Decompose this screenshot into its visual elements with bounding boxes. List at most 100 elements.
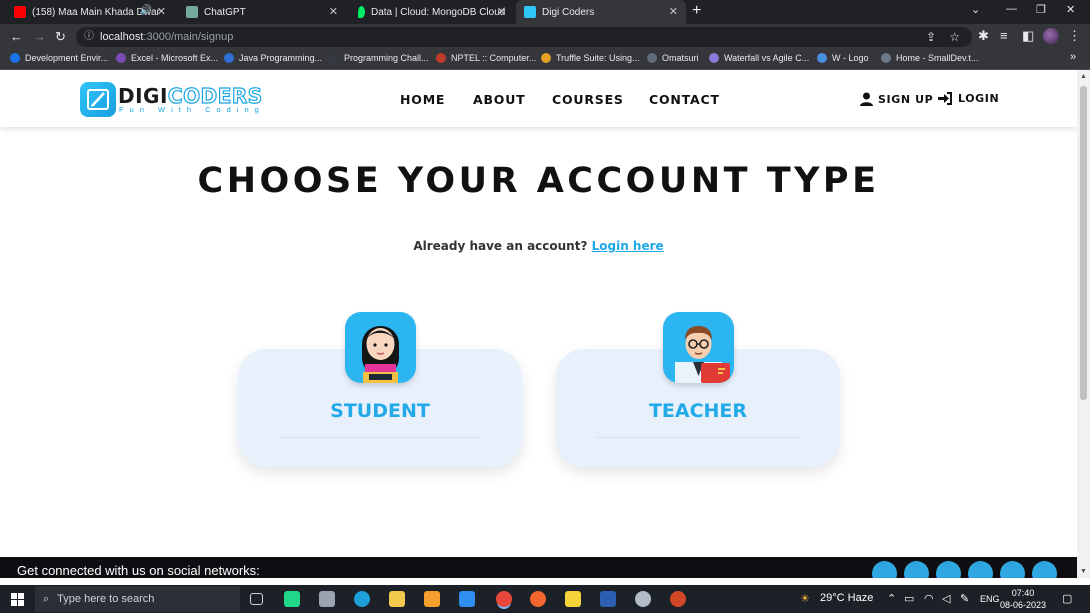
- menu-kebab-icon[interactable]: ⋮: [1068, 28, 1081, 44]
- page-scrollbar[interactable]: ▲ ▼: [1077, 70, 1090, 578]
- bookmark-item[interactable]: Programming Chall...: [329, 53, 429, 63]
- bookmark-item[interactable]: NPTEL :: Computer...: [436, 53, 536, 63]
- facebook-icon[interactable]: [872, 561, 897, 578]
- bookmark-label: Java Programming...: [239, 53, 323, 63]
- bookmark-label: NPTEL :: Computer...: [451, 53, 537, 63]
- login-here-link[interactable]: Login here: [592, 239, 664, 253]
- show-hidden-icons[interactable]: ⌃: [887, 592, 896, 605]
- pycharm-icon[interactable]: [284, 591, 300, 607]
- speaker-icon[interactable]: 🔊: [140, 5, 152, 16]
- bookmark-favicon-icon: [436, 53, 446, 63]
- tab-digicoders[interactable]: Digi Coders ✕: [516, 0, 686, 24]
- chrome-icon[interactable]: [496, 591, 512, 607]
- restore-icon[interactable]: ❐: [1036, 3, 1046, 16]
- reload-icon[interactable]: ↻: [55, 29, 66, 45]
- signup-label: SIGN UP: [878, 92, 934, 106]
- weather-text[interactable]: 29°C Haze: [820, 592, 873, 604]
- vscode-icon[interactable]: [459, 591, 475, 607]
- snipping-tool-icon[interactable]: [635, 591, 651, 607]
- nav-home[interactable]: HOME: [400, 92, 445, 107]
- sticky-notes-icon[interactable]: [565, 591, 581, 607]
- bookmark-item[interactable]: W - Logo: [817, 53, 869, 63]
- student-avatar-icon: [345, 312, 416, 383]
- edge-icon[interactable]: [354, 591, 370, 607]
- scrollbar-thumb[interactable]: [1080, 86, 1087, 400]
- close-tab-icon[interactable]: ✕: [329, 5, 338, 18]
- close-tab-icon[interactable]: ✕: [669, 5, 678, 18]
- tab-title: ChatGPT: [204, 6, 246, 18]
- chatgpt-icon: [186, 6, 198, 18]
- task-view-icon[interactable]: [250, 593, 263, 605]
- windows-start-icon[interactable]: [11, 593, 24, 606]
- battery-icon[interactable]: ▭: [904, 592, 914, 605]
- word-icon[interactable]: [600, 591, 616, 607]
- bookmark-item[interactable]: Java Programming...: [224, 53, 322, 63]
- close-tab-icon[interactable]: ✕: [157, 5, 166, 18]
- volume-icon[interactable]: ◁: [942, 592, 950, 605]
- tab-search-chevron-icon[interactable]: ⌄: [971, 3, 980, 16]
- url-host: localhost: [100, 31, 144, 43]
- back-arrow-icon[interactable]: ←: [10, 29, 23, 44]
- tab-youtube[interactable]: (158) Maa Main Khada Dwar 🔊 ✕: [6, 0, 174, 24]
- scroll-up-icon[interactable]: ▲: [1080, 73, 1087, 80]
- file-icon[interactable]: [319, 591, 335, 607]
- nav-courses[interactable]: COURSES: [552, 92, 624, 107]
- system-clock[interactable]: 07:40 08-06-2023: [1000, 587, 1046, 611]
- side-panel-icon[interactable]: ◧: [1022, 28, 1034, 44]
- extensions-puzzle-icon[interactable]: ✱: [978, 28, 989, 44]
- tab-chatgpt[interactable]: ChatGPT ✕: [178, 0, 346, 24]
- close-tab-icon[interactable]: ✕: [497, 5, 506, 18]
- address-bar-row: ← → ↻ ⓘ localhost:3000/main/signup ⇪ ☆ ✱…: [0, 24, 1090, 50]
- sublime-text-icon[interactable]: [424, 591, 440, 607]
- notifications-icon[interactable]: ▢: [1062, 592, 1072, 605]
- minimize-icon[interactable]: —: [1006, 3, 1017, 15]
- bookmarks-overflow-icon[interactable]: »: [1070, 51, 1076, 63]
- student-card[interactable]: STUDENT: [238, 312, 522, 467]
- profile-avatar[interactable]: [1043, 28, 1059, 44]
- language-indicator[interactable]: ENG: [980, 594, 1000, 604]
- media-queue-icon[interactable]: ≡: [1000, 28, 1008, 43]
- new-tab-icon[interactable]: +: [692, 2, 701, 20]
- wifi-icon[interactable]: ◠: [924, 592, 934, 605]
- login-button[interactable]: LOGIN: [938, 92, 999, 105]
- taskbar-search-input[interactable]: ⌕ Type here to search: [35, 586, 240, 612]
- card-divider: [278, 437, 482, 438]
- youtube-icon: [14, 6, 26, 18]
- tab-mongodb[interactable]: Data | Cloud: MongoDB Cloud ✕: [350, 0, 514, 24]
- already-account-text: Already have an account?: [413, 239, 588, 253]
- bookmark-item[interactable]: Waterfall vs Agile C...: [709, 53, 809, 63]
- bookmark-item[interactable]: Truffle Suite: Using...: [541, 53, 640, 63]
- bookmark-item[interactable]: Excel - Microsoft Ex...: [116, 53, 218, 63]
- instagram-icon[interactable]: [968, 561, 993, 578]
- tab-title: Digi Coders: [542, 6, 595, 18]
- digicoders-logo-icon[interactable]: [80, 82, 116, 117]
- teacher-card[interactable]: TEACHER: [556, 312, 840, 467]
- pen-icon[interactable]: ✎: [960, 592, 969, 605]
- bookmark-favicon-icon: [329, 53, 339, 63]
- linkedin-icon[interactable]: [1000, 561, 1025, 578]
- forward-arrow-icon[interactable]: →: [33, 29, 46, 44]
- twitter-icon[interactable]: [904, 561, 929, 578]
- close-window-icon[interactable]: ✕: [1066, 3, 1075, 16]
- bookmark-star-icon[interactable]: ☆: [949, 27, 960, 47]
- github-icon[interactable]: [1032, 561, 1057, 578]
- site-info-icon[interactable]: ⓘ: [84, 27, 94, 47]
- bookmark-item[interactable]: Omatsuri: [647, 53, 699, 63]
- share-icon[interactable]: ⇪: [926, 27, 936, 47]
- url-input[interactable]: ⓘ localhost:3000/main/signup ⇪ ☆: [76, 27, 972, 47]
- sign-in-icon: [938, 92, 952, 105]
- digicoders-icon: [524, 6, 536, 18]
- bookmark-item[interactable]: Home - SmallDev.t...: [881, 53, 978, 63]
- postman-icon[interactable]: [530, 591, 546, 607]
- google-icon[interactable]: [936, 561, 961, 578]
- signup-button[interactable]: SIGN UP: [860, 92, 933, 106]
- weather-icon[interactable]: ☀: [800, 592, 810, 605]
- file-explorer-icon[interactable]: [389, 591, 405, 607]
- nav-contact[interactable]: CONTACT: [649, 92, 720, 107]
- bookmark-favicon-icon: [224, 53, 234, 63]
- powerpoint-icon[interactable]: [670, 591, 686, 607]
- nav-about[interactable]: ABOUT: [473, 92, 526, 107]
- bookmark-favicon-icon: [817, 53, 827, 63]
- scroll-down-icon[interactable]: ▼: [1080, 568, 1087, 575]
- bookmark-item[interactable]: Development Envir...: [10, 53, 108, 63]
